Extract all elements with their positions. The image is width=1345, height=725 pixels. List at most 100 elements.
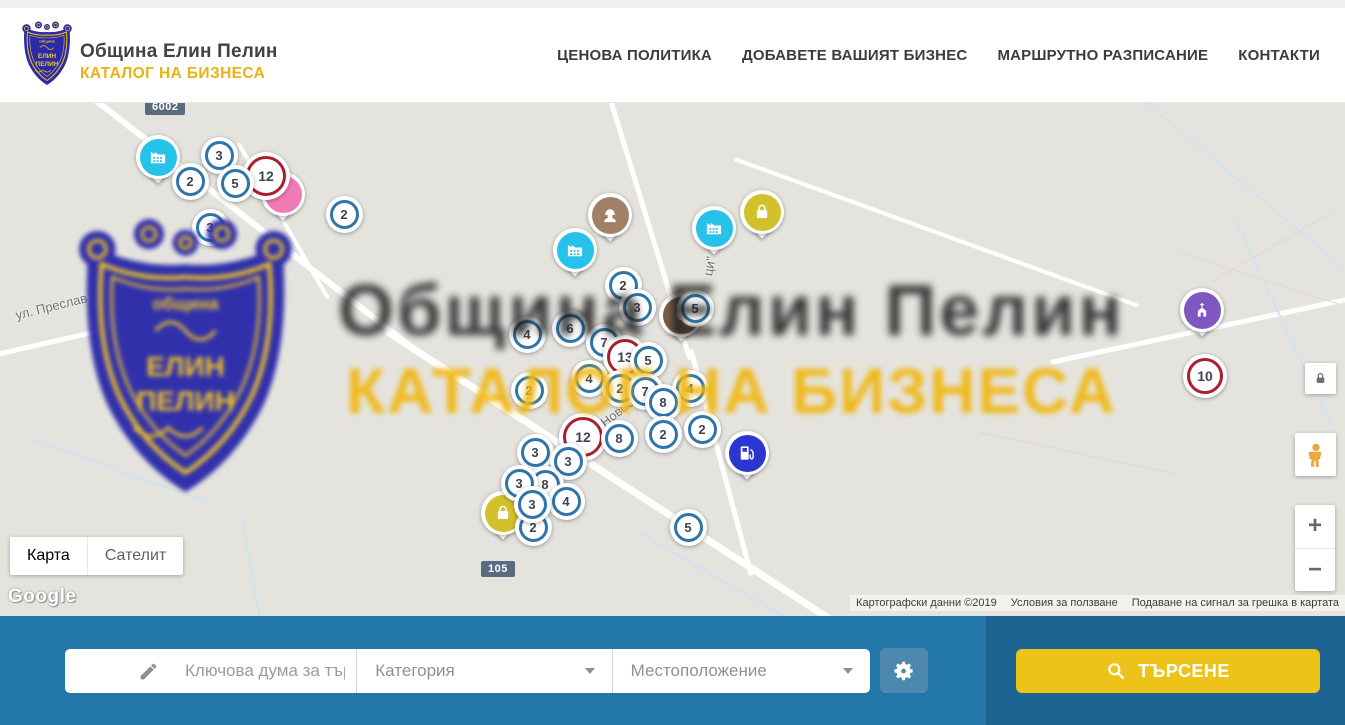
gear-icon [893, 660, 915, 682]
lock-button[interactable] [1305, 363, 1336, 394]
location-label: Местоположение [631, 661, 767, 681]
map-type-control: Карта Сателит [10, 537, 183, 575]
nav-route-schedule[interactable]: МАРШРУТНО РАЗПИСАНИЕ [997, 47, 1208, 64]
chevron-down-icon [585, 668, 595, 674]
cluster-marker[interactable]: 3 [619, 289, 656, 326]
cluster-marker[interactable]: 8 [601, 420, 638, 457]
map-attribution: Картографски данни ©2019Условия за ползв… [850, 595, 1345, 611]
cluster-count: 2 [649, 420, 678, 449]
page: община ЕЛИН ПЕЛИН Община Елин Пелин КАТА… [0, 0, 1345, 725]
svg-text:ПЕЛИН: ПЕЛИН [136, 385, 235, 416]
cluster-marker[interactable]: 2 [645, 416, 682, 453]
cluster-count: 2 [176, 167, 205, 196]
cluster-marker[interactable]: 2 [326, 196, 363, 233]
attribution-link[interactable]: Подаване на сигнал за грешка в картата [1132, 597, 1339, 609]
factory-pin-marker[interactable] [552, 227, 598, 283]
pencil-icon [138, 661, 159, 682]
factory-pin-marker[interactable] [691, 205, 737, 261]
pegman-button[interactable] [1295, 433, 1336, 476]
location-select[interactable]: Местоположение [612, 649, 870, 693]
site-title: Община Елин Пелин [80, 41, 278, 63]
site-subtitle: КАТАЛОГ НА БИЗНЕСА [80, 65, 278, 83]
pin-disc [553, 228, 597, 272]
map-type-map-button[interactable]: Карта [10, 537, 87, 575]
cluster-count: 8 [605, 424, 634, 453]
road-line [734, 157, 1139, 308]
factory-icon [140, 139, 177, 176]
site-logo[interactable]: Община Елин Пелин КАТАЛОГ НА БИЗНЕСА [80, 41, 278, 83]
parcel-line [980, 432, 1176, 475]
cluster-marker[interactable]: 4 [548, 483, 585, 520]
header: община ЕЛИН ПЕЛИН Община Елин Пелин КАТА… [0, 8, 1345, 103]
search-button[interactable]: ТЪРСЕНЕ [1016, 649, 1320, 693]
map-type-satellite-button[interactable]: Сателит [87, 537, 183, 575]
church-icon [1184, 292, 1221, 329]
cluster-count: 10 [1187, 358, 1223, 394]
search-bar: Категория Местоположение ТЪРСЕНЕ [0, 616, 1345, 725]
cluster-marker[interactable]: 5 [217, 165, 254, 202]
zoom-out-button[interactable]: − [1295, 549, 1335, 592]
cluster-marker[interactable]: 5 [677, 290, 714, 327]
search-icon [1106, 661, 1126, 681]
svg-text:ЕЛИН: ЕЛИН [38, 53, 57, 60]
stream-line [241, 517, 261, 616]
cluster-count: 3 [521, 438, 550, 467]
category-select[interactable]: Категория [356, 649, 611, 693]
google-logo[interactable]: Google [8, 586, 76, 608]
pin-disc [740, 190, 784, 234]
municipality-logo[interactable]: община ЕЛИН ПЕЛИН [22, 20, 72, 86]
cluster-count: 4 [552, 487, 581, 516]
cluster-marker[interactable]: 2 [172, 163, 209, 200]
cluster-marker[interactable]: 3 [514, 486, 551, 523]
cluster-count: 2 [515, 376, 544, 405]
cluster-marker[interactable]: 2 [511, 372, 548, 409]
cluster-count: 4 [513, 320, 542, 349]
cluster-count: 5 [674, 513, 703, 542]
zoom-in-button[interactable]: + [1295, 505, 1335, 549]
stream-line [1139, 102, 1343, 268]
cluster-marker[interactable]: 2 [684, 411, 721, 448]
cluster-count: 6 [556, 314, 585, 343]
pin-disc [692, 206, 736, 250]
chevron-down-icon [843, 668, 853, 674]
fuel-pin-marker[interactable] [724, 430, 770, 486]
main-nav: ЦЕНОВА ПОЛИТИКА ДОБАВЕТЕ ВАШИЯТ БИЗНЕС М… [557, 8, 1320, 102]
road-badge: 105 [481, 561, 515, 577]
keyword-field [65, 649, 356, 693]
nav-add-business[interactable]: ДОБАВЕТЕ ВАШИЯТ БИЗНЕС [742, 47, 967, 64]
bag-pin-marker[interactable] [739, 189, 785, 245]
cluster-marker[interactable]: 8 [645, 384, 682, 421]
nav-pricing[interactable]: ЦЕНОВА ПОЛИТИКА [557, 47, 712, 64]
factory-icon [696, 210, 733, 247]
cluster-marker[interactable]: 3 [192, 209, 229, 246]
attribution-link[interactable]: Условия за ползване [1011, 597, 1118, 609]
stream-line [29, 437, 208, 504]
svg-text:ЕЛИН: ЕЛИН [146, 351, 225, 382]
cluster-marker[interactable]: 10 [1183, 354, 1227, 398]
cluster-count: 3 [623, 293, 652, 322]
nav-contacts[interactable]: КОНТАКТИ [1238, 47, 1320, 64]
advanced-settings-button[interactable] [880, 648, 928, 693]
cluster-count: 5 [681, 294, 710, 323]
cluster-marker[interactable]: 6 [552, 310, 589, 347]
cluster-count: 5 [221, 169, 250, 198]
svg-text:ПЕЛИН: ПЕЛИН [36, 61, 59, 68]
top-strip [0, 0, 1345, 8]
map-canvas[interactable]: 6002105ул. Преславбул. „Новоселцици" 312… [0, 102, 1345, 616]
svg-text:община: община [39, 39, 55, 44]
cluster-marker[interactable]: 5 [670, 509, 707, 546]
road-badge: 6002 [145, 102, 185, 115]
watermark-shield-logo: община ЕЛИН ПЕЛИН [78, 212, 293, 497]
cluster-count: 4 [575, 364, 604, 393]
church-pin-marker[interactable] [1179, 287, 1225, 343]
cluster-count: 3 [518, 490, 547, 519]
lock-icon [1313, 371, 1328, 386]
pin-disc [725, 431, 769, 475]
zoom-control: + − [1295, 505, 1335, 591]
parcel-line [1210, 212, 1332, 283]
pin-disc [1180, 288, 1224, 332]
keyword-input[interactable] [183, 660, 347, 682]
watermark-subtitle: КАТАЛОГ НА БИЗНЕСА [346, 354, 1117, 428]
cluster-marker[interactable]: 4 [509, 316, 546, 353]
cluster-count: 3 [196, 213, 225, 242]
